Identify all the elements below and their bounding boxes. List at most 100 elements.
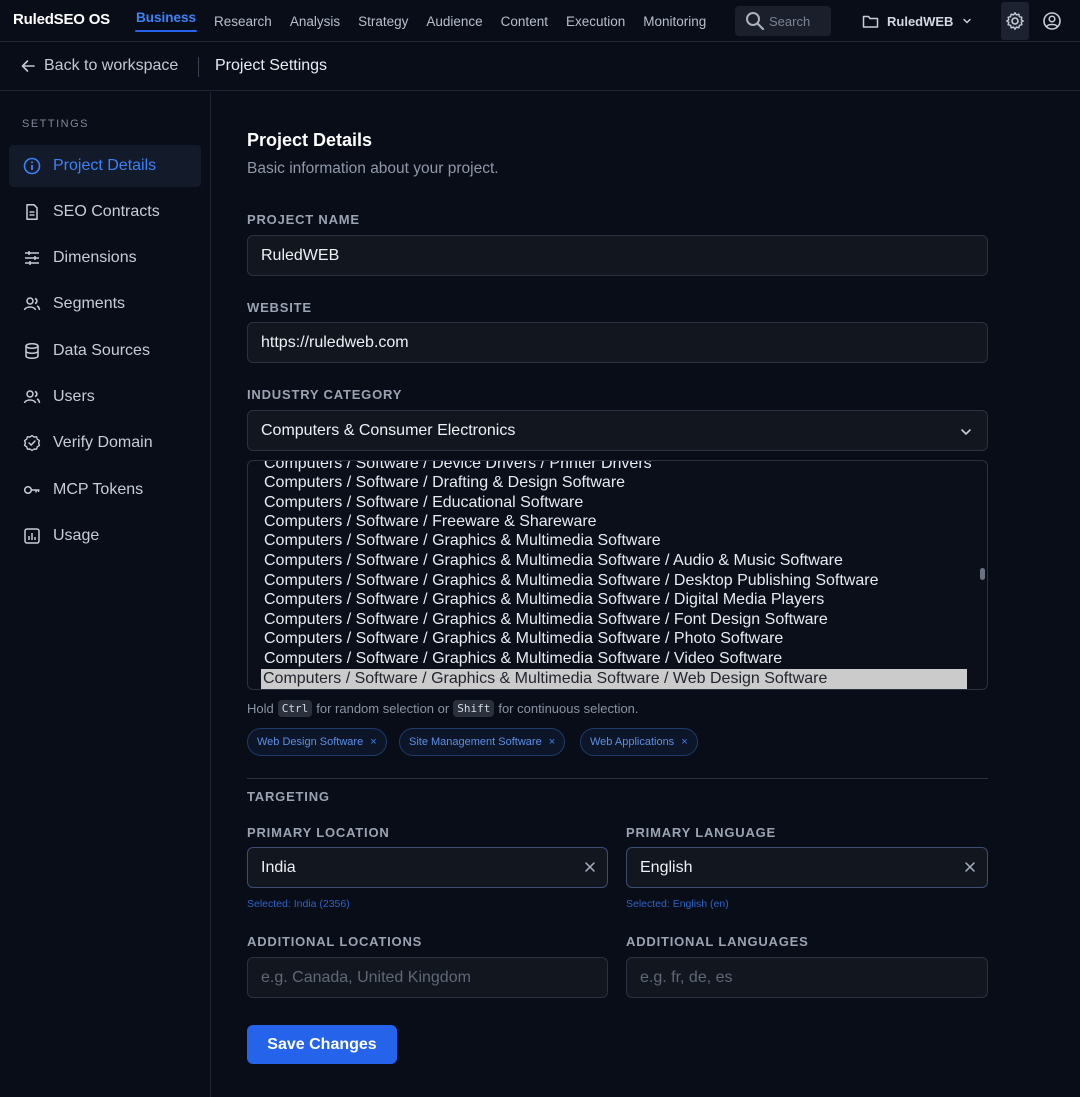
section-divider	[247, 778, 988, 779]
listbox-option[interactable]: Computers / Software / Graphics & Multim…	[262, 551, 843, 571]
additional-languages-label: ADDITIONAL LANGUAGES	[626, 934, 809, 949]
listbox-option[interactable]: Computers / Software / Graphics & Multim…	[262, 649, 782, 669]
tag-remove-icon[interactable]: ×	[370, 736, 376, 748]
listbox-option-selected[interactable]: Computers / Software / Graphics & Multim…	[261, 669, 967, 689]
project-name-label: PROJECT NAME	[247, 212, 360, 227]
primary-language-value: English	[640, 858, 693, 876]
tag-remove-icon[interactable]: ×	[549, 736, 555, 748]
breadcrumb: Back to workspace Project Settings	[0, 43, 1080, 91]
arrow-left-icon	[21, 60, 35, 72]
nav-strategy[interactable]: Strategy	[349, 0, 417, 42]
top-bar: RuledSEO OS Business Research Analysis S…	[0, 0, 1080, 42]
sidebar-item-label: Users	[53, 388, 95, 405]
primary-location-label: PRIMARY LOCATION	[247, 825, 390, 840]
user-menu-button[interactable]	[1040, 10, 1064, 32]
primary-location-selected: Selected: India (2356)	[247, 898, 350, 910]
sidebar-item-mcp-tokens[interactable]: MCP Tokens	[9, 469, 201, 511]
primary-language-selected: Selected: English (en)	[626, 898, 729, 910]
sidebar-item-seo-contracts[interactable]: SEO Contracts	[9, 191, 201, 233]
additional-locations-label: ADDITIONAL LOCATIONS	[247, 934, 423, 949]
primary-language-input[interactable]: English	[626, 847, 988, 888]
primary-location-value: India	[261, 858, 296, 876]
document-icon	[26, 204, 38, 220]
sidebar-item-label: SEO Contracts	[53, 203, 160, 220]
save-changes-button[interactable]: Save Changes	[247, 1025, 397, 1064]
tag-label: Web Design Software	[257, 736, 364, 748]
project-details-panel: Project Details Basic information about …	[212, 92, 1080, 1097]
subcategory-listbox[interactable]: Computers / Software / Device Drivers / …	[247, 460, 988, 690]
info-icon	[23, 157, 41, 175]
nav-content[interactable]: Content	[492, 0, 557, 42]
selected-tag: Web Applications ×	[580, 728, 698, 756]
ctrl-key: Ctrl	[277, 700, 313, 717]
sidebar-item-label: Data Sources	[53, 342, 150, 359]
people-icon	[23, 297, 41, 311]
search-placeholder: Search	[769, 13, 811, 29]
project-name-value: RuledWEB	[261, 246, 340, 264]
project-switcher[interactable]: RuledWEB	[862, 10, 973, 32]
hint-middle: for random selection or	[316, 701, 450, 716]
sidebar-item-segments[interactable]: Segments	[9, 283, 201, 325]
listbox-option[interactable]: Computers / Software / Drafting & Design…	[262, 473, 625, 493]
nav-monitoring[interactable]: Monitoring	[634, 0, 715, 42]
section-title: Project Details	[247, 130, 373, 150]
sidebar-item-label: Dimensions	[53, 249, 137, 266]
listbox-option[interactable]: Computers / Software / Graphics & Multim…	[262, 629, 783, 649]
page-title: Project Settings	[215, 57, 328, 74]
selection-hint: Hold Ctrl for random selection or Shift …	[247, 700, 639, 717]
website-input[interactable]: https://ruledweb.com	[247, 322, 988, 363]
listbox-option[interactable]: Computers / Software / Graphics & Multim…	[262, 610, 828, 630]
listbox-option[interactable]: Computers / Software / Graphics & Multim…	[262, 571, 878, 591]
key-icon	[23, 485, 40, 495]
primary-language-label: PRIMARY LANGUAGE	[626, 825, 777, 840]
sliders-icon	[25, 251, 39, 265]
settings-sidebar: SETTINGS Project Details SEO Contracts D…	[0, 92, 211, 1097]
industry-category-label: INDUSTRY CATEGORY	[247, 387, 403, 402]
website-label: WEBSITE	[247, 300, 312, 315]
sidebar-item-verify-domain[interactable]: Verify Domain	[9, 422, 201, 464]
chevron-down-icon	[963, 18, 972, 24]
hint-prefix: Hold	[247, 701, 274, 716]
listbox-scrollbar[interactable]	[980, 568, 985, 580]
hint-suffix: for continuous selection.	[498, 701, 639, 716]
tag-remove-icon[interactable]: ×	[681, 736, 687, 748]
nav-business[interactable]: Business	[127, 0, 205, 42]
additional-languages-placeholder: e.g. fr, de, es	[640, 968, 733, 986]
industry-category-value: Computers & Consumer Electronics	[261, 421, 516, 439]
sidebar-item-label: Usage	[53, 527, 100, 544]
search-box[interactable]: Search	[735, 6, 831, 36]
sidebar-item-usage[interactable]: Usage	[9, 515, 201, 557]
back-label: Back to workspace	[44, 57, 179, 74]
sidebar-item-project-details[interactable]: Project Details	[9, 145, 201, 187]
sidebar-item-label: Verify Domain	[53, 434, 153, 451]
listbox-option[interactable]: Computers / Software / Educational Softw…	[262, 493, 583, 513]
sidebar-heading: SETTINGS	[22, 118, 90, 130]
sidebar-item-dimensions[interactable]: Dimensions	[9, 237, 201, 279]
additional-languages-input[interactable]: e.g. fr, de, es	[626, 957, 988, 998]
nav-analysis[interactable]: Analysis	[281, 0, 349, 42]
project-switcher-name: RuledWEB	[887, 13, 954, 29]
sidebar-item-label: MCP Tokens	[53, 481, 144, 498]
project-name-input[interactable]: RuledWEB	[247, 235, 988, 276]
settings-button[interactable]	[1001, 2, 1029, 40]
gear-icon	[1006, 12, 1024, 30]
nav-audience[interactable]: Audience	[417, 0, 491, 42]
listbox-option[interactable]: Computers / Software / Graphics & Multim…	[262, 531, 661, 551]
sidebar-item-data-sources[interactable]: Data Sources	[9, 330, 201, 372]
badge-check-icon	[23, 434, 41, 452]
main-nav: Business Research Analysis Strategy Audi…	[127, 0, 715, 42]
listbox-option[interactable]: Computers / Software / Freeware & Sharew…	[262, 512, 597, 532]
sidebar-item-users[interactable]: Users	[9, 376, 201, 418]
industry-category-select[interactable]: Computers & Consumer Electronics	[247, 410, 988, 451]
tag-label: Site Management Software	[409, 736, 542, 748]
brand-logo[interactable]: RuledSEO OS	[13, 11, 110, 28]
back-to-workspace-link[interactable]: Back to workspace	[20, 57, 178, 75]
clear-icon[interactable]	[963, 860, 977, 874]
listbox-option[interactable]: Computers / Software / Device Drivers / …	[262, 461, 652, 474]
clear-icon[interactable]	[583, 860, 597, 874]
nav-research[interactable]: Research	[205, 0, 281, 42]
additional-locations-input[interactable]: e.g. Canada, United Kingdom	[247, 957, 608, 998]
nav-execution[interactable]: Execution	[557, 0, 634, 42]
primary-location-input[interactable]: India	[247, 847, 608, 888]
listbox-option[interactable]: Computers / Software / Graphics & Multim…	[262, 590, 824, 610]
